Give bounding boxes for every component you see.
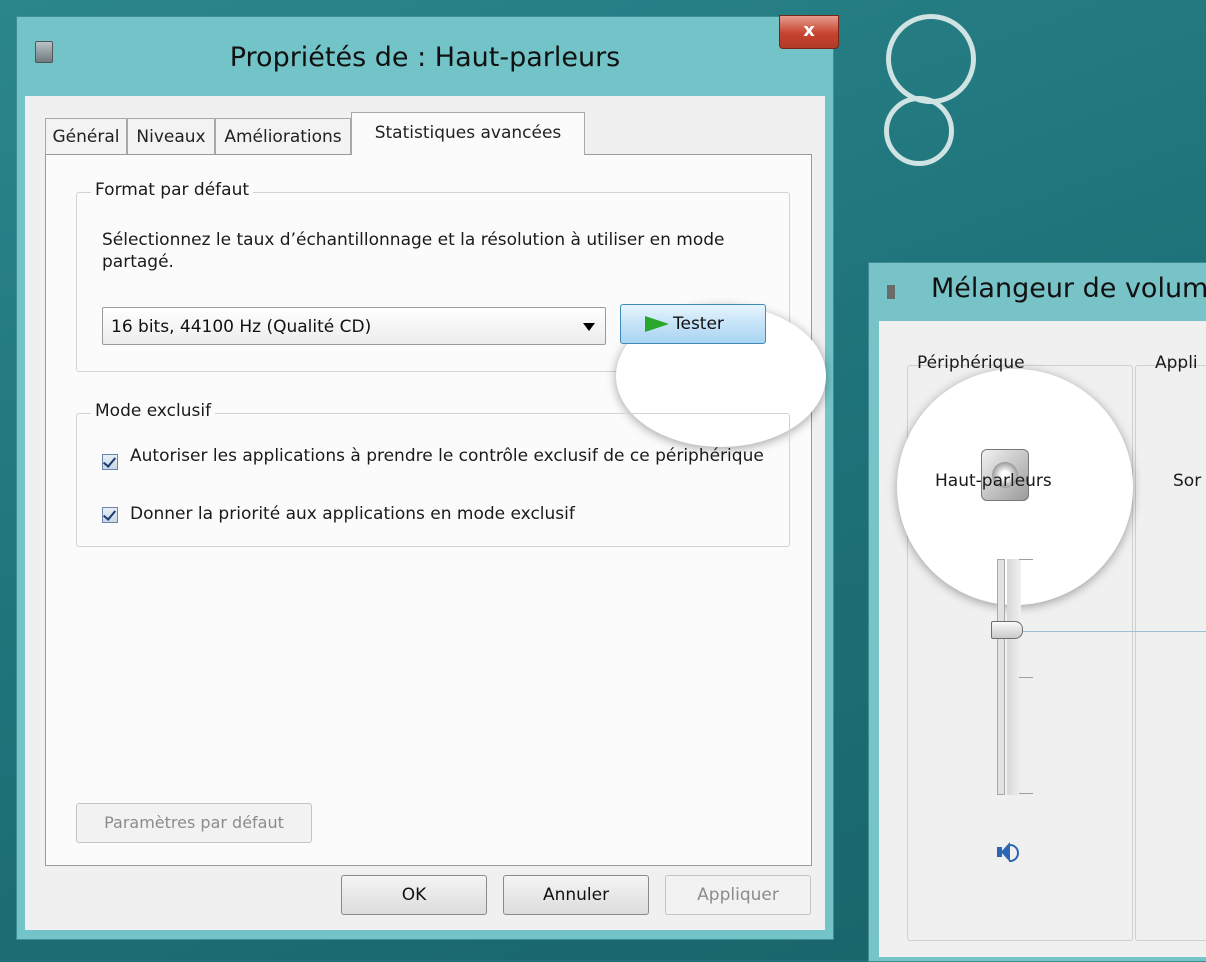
check-mark-icon [102, 454, 117, 468]
tab-levels[interactable]: Niveaux [127, 118, 215, 154]
tab-advanced[interactable]: Statistiques avancées [351, 112, 585, 155]
mute-speaker-icon[interactable] [997, 841, 1019, 863]
volume-slider-thumb[interactable] [991, 621, 1023, 639]
check-mark-icon [102, 507, 117, 521]
exclusive-mode-legend: Mode exclusif [91, 401, 216, 421]
test-button-label: Tester [673, 314, 724, 334]
exclusive-mode-group: Mode exclusif [76, 401, 790, 547]
allow-exclusive-label[interactable]: Autoriser les applications à prendre le … [130, 445, 780, 467]
tab-general[interactable]: Général [45, 118, 127, 154]
format-description: Sélectionnez le taux d’échantillonnage e… [102, 230, 725, 272]
volume-mixer-window: Mélangeur de volume Périphérique Appli H… [868, 262, 1206, 962]
allow-exclusive-checkbox[interactable] [102, 454, 118, 470]
priority-exclusive-checkbox[interactable] [102, 507, 118, 523]
restore-defaults-button[interactable]: Paramètres par défaut [76, 803, 312, 843]
tab-enhancements[interactable]: Améliorations [215, 118, 351, 154]
format-select[interactable]: 16 bits, 44100 Hz (Qualité CD) [102, 307, 606, 345]
slider-tick [1019, 677, 1033, 678]
close-button[interactable]: x [779, 15, 839, 49]
speaker-small-icon [887, 285, 895, 299]
windows-8-logo-ring-top [886, 14, 976, 104]
device-group-label: Périphérique [917, 353, 1025, 373]
windows-8-logo-ring-bottom [884, 96, 954, 166]
dialog-title: Propriétés de : Haut-parleurs [229, 42, 621, 73]
dialog-client-area: Général Niveaux Améliorations Statistiqu… [25, 96, 826, 930]
slider-tick [1019, 559, 1033, 560]
play-icon [645, 316, 669, 332]
mixer-client-area: Périphérique Appli Haut-parleurs Sor [879, 321, 1206, 957]
volume-level-line [1023, 631, 1206, 632]
format-select-value: 16 bits, 44100 Hz (Qualité CD) [111, 317, 372, 337]
default-format-legend: Format par défaut [91, 180, 254, 200]
applications-group-label: Appli [1155, 353, 1198, 373]
chevron-down-icon [583, 323, 595, 331]
apply-button[interactable]: Appliquer [665, 875, 811, 915]
app-partial-label: Sor [1173, 471, 1202, 491]
applications-group [1135, 365, 1206, 941]
test-button[interactable]: Tester [620, 304, 766, 344]
ok-button[interactable]: OK [341, 875, 487, 915]
speaker-properties-dialog: Propriétés de : Haut-parleurs x Général … [16, 15, 839, 940]
mixer-title: Mélangeur de volume [931, 273, 1206, 304]
device-name: Haut-parleurs [935, 471, 1052, 491]
volume-slider-track[interactable] [997, 559, 1005, 795]
priority-exclusive-label[interactable]: Donner la priorité aux applications en m… [130, 503, 780, 525]
slider-tick [1019, 793, 1033, 794]
cancel-button[interactable]: Annuler [503, 875, 649, 915]
advanced-tab-panel: Format par défaut Sélectionnez le taux d… [45, 154, 826, 866]
